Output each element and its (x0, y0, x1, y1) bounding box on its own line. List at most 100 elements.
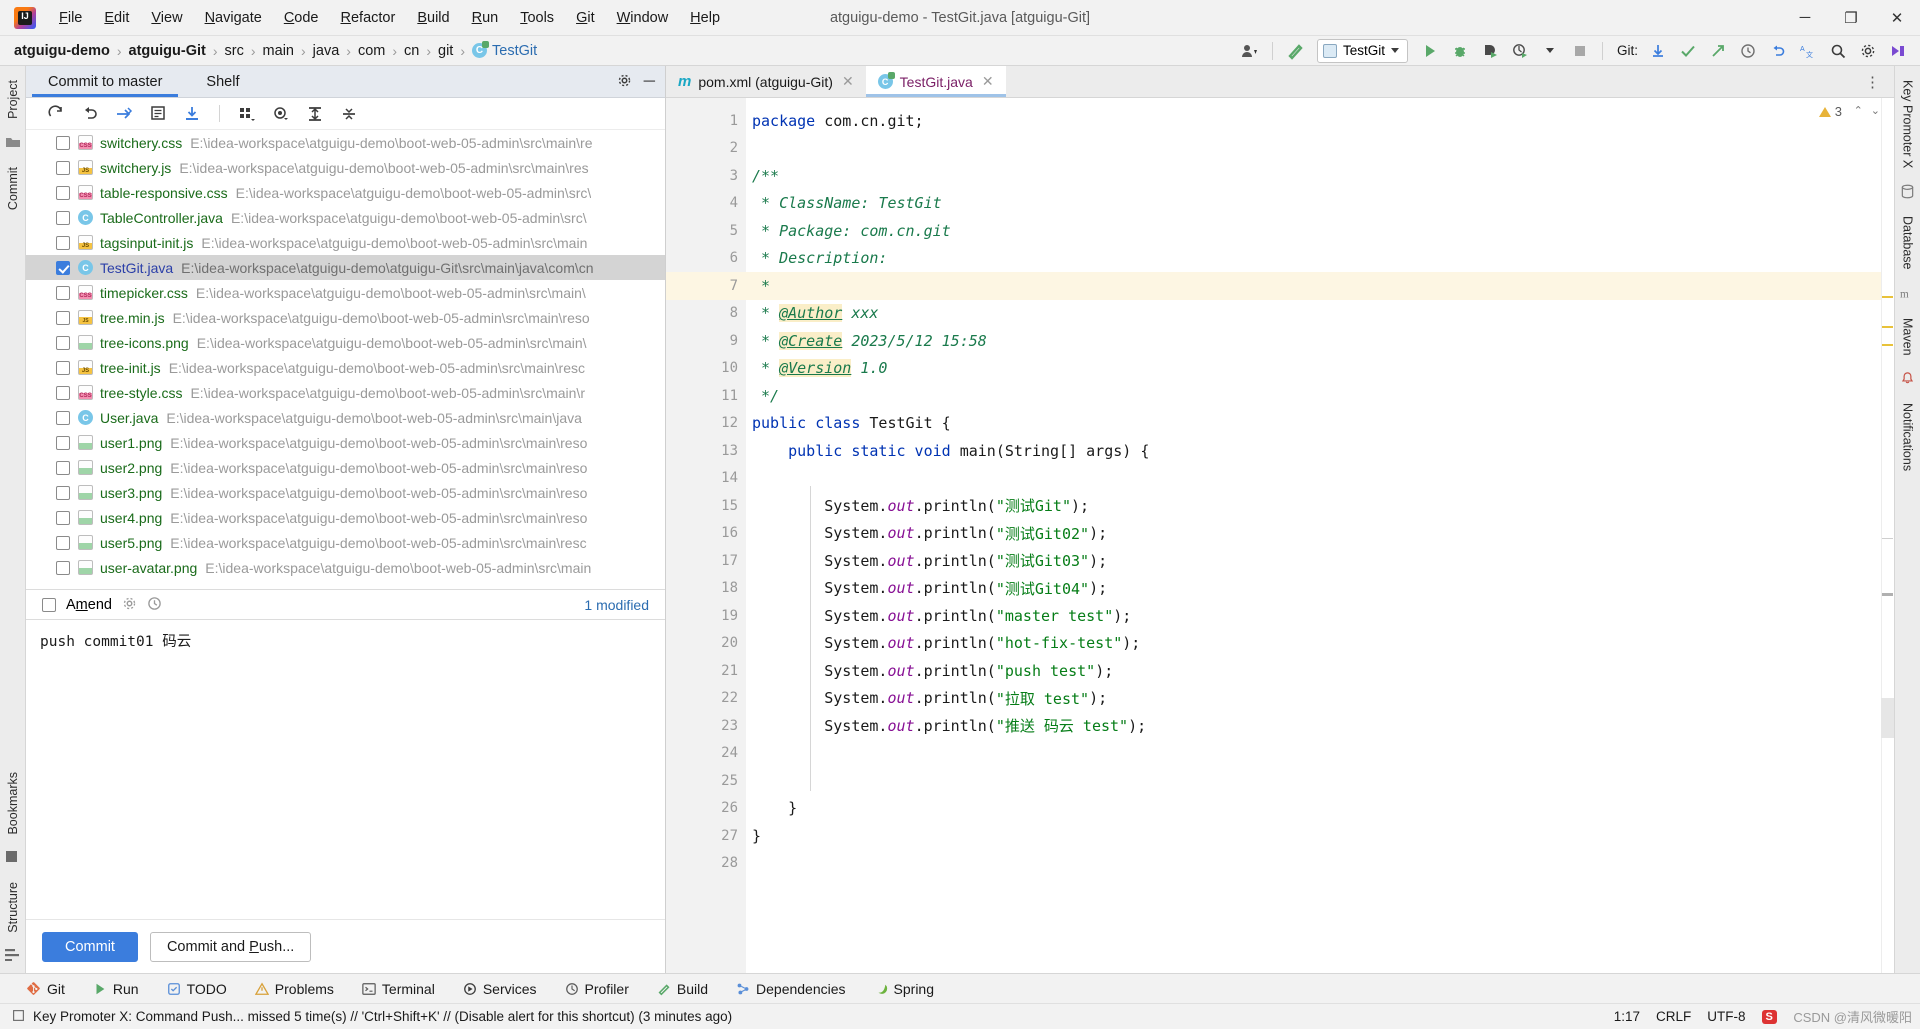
line-separator[interactable]: CRLF (1656, 1009, 1691, 1024)
code-line[interactable]: System. out .println("hot-fix-test"); (746, 630, 1894, 658)
gutter-line[interactable]: 18 (666, 575, 746, 603)
code-line[interactable]: package com.cn.git; (746, 107, 1894, 135)
bookmark-square-icon[interactable] (5, 850, 21, 866)
editor-tab-testgit-java[interactable]: C TestGit.java ✕ (865, 66, 1006, 97)
bottom-tab-terminal[interactable]: Terminal (348, 981, 449, 997)
file-encoding[interactable]: UTF-8 (1707, 1009, 1745, 1024)
commit-tab-shelf[interactable]: Shelf (184, 66, 261, 97)
gutter-line[interactable]: 6 (666, 245, 746, 273)
file-checkbox[interactable] (56, 160, 70, 175)
file-row[interactable]: user2.png E:\idea-workspace\atguigu-demo\… (26, 455, 665, 480)
marker-scroll-thumb[interactable] (1881, 698, 1894, 738)
editor-main[interactable]: 1 2 3 4 5 6 7 8 9 10 11 12 13 14 15 16 17 18 19 20 21 22 23 24 2… (666, 98, 1894, 973)
gutter-line[interactable]: 23 (666, 712, 746, 740)
inspection-warning-badge[interactable]: 3 (1818, 104, 1842, 119)
breadcrumb-item-atguigu-git[interactable]: atguigu-Git (129, 43, 206, 59)
code-line[interactable]: * @Version 1.0 (746, 355, 1894, 383)
close-button[interactable]: ✕ (1874, 0, 1920, 36)
file-checkbox[interactable] (56, 410, 70, 425)
commit-message-input[interactable]: push commit01 码云 (26, 619, 665, 919)
gutter-line[interactable]: 27 (666, 822, 746, 850)
bottom-tab-build[interactable]: Build (643, 981, 722, 997)
maven-icon[interactable]: m (1900, 286, 1916, 302)
menu-navigate[interactable]: Navigate (194, 6, 273, 30)
sidebar-item-maven[interactable]: Maven (1897, 310, 1919, 364)
menu-view[interactable]: View (140, 6, 193, 30)
code-line[interactable] (746, 135, 1894, 163)
editor-tab-options[interactable]: ⋮ (1853, 66, 1894, 97)
menu-window[interactable]: Window (606, 6, 680, 30)
code-content[interactable]: package com.cn.git; /** * ClassName: Tes… (746, 98, 1894, 973)
settings-gear-icon[interactable] (617, 73, 632, 91)
commit-history-icon[interactable] (147, 596, 162, 614)
minimize-panel-icon[interactable]: ─ (644, 73, 655, 89)
commit-button[interactable]: Commit (42, 931, 138, 962)
file-row[interactable]: C TableController.java E:\idea-workspace\a… (26, 205, 665, 230)
commit-options-gear-icon[interactable] (122, 596, 137, 614)
breadcrumb-item-atguigu-demo[interactable]: atguigu-demo (14, 43, 110, 59)
caret-position[interactable]: 1:17 (1614, 1009, 1640, 1024)
maximize-button[interactable]: ❐ (1828, 0, 1874, 36)
gutter-line[interactable]: 20 (666, 630, 746, 658)
git-commit-check-icon[interactable] (1674, 38, 1702, 64)
history-icon[interactable] (1734, 38, 1762, 64)
file-row[interactable]: C User.java E:\idea-workspace\atguigu-demo… (26, 405, 665, 430)
code-line[interactable]: * (746, 272, 1894, 300)
profiler-icon[interactable] (1506, 38, 1534, 64)
code-line[interactable]: System. out .println("测试Git"); (746, 492, 1894, 520)
ide-extra-icon[interactable] (1884, 38, 1912, 64)
gutter-line[interactable]: 1 (666, 107, 746, 135)
code-line[interactable]: System. out .println("push test"); (746, 657, 1894, 685)
minimize-button[interactable]: ─ (1782, 0, 1828, 36)
file-row[interactable]: CSS table-responsive.css E:\idea-workspace… (26, 180, 665, 205)
refresh-icon[interactable] (42, 101, 70, 127)
sidebar-item-commit[interactable]: Commit (2, 159, 24, 218)
code-line[interactable]: public static void main(String[] args) { (746, 437, 1894, 465)
git-push-icon[interactable] (1704, 38, 1732, 64)
code-line[interactable]: public class TestGit { (746, 410, 1894, 438)
code-line[interactable] (746, 850, 1894, 878)
gutter-line[interactable]: 3 (666, 162, 786, 190)
file-row[interactable]: user-avatar.png E:\idea-workspace\atguigu… (26, 555, 665, 580)
editor-tab-pom-xml[interactable]: m pom.xml (atguigu-Git) ✕ (666, 66, 866, 97)
build-hammer-icon[interactable] (1281, 38, 1309, 64)
search-icon[interactable] (1824, 38, 1852, 64)
file-checkbox[interactable] (56, 235, 70, 250)
gutter-line[interactable]: 7 (666, 272, 746, 300)
menu-edit[interactable]: Edit (93, 6, 140, 30)
editor-marker-rail[interactable] (1881, 98, 1894, 973)
sidebar-item-structure[interactable]: Structure (2, 874, 24, 941)
gutter-line[interactable]: 21 (666, 657, 746, 685)
code-line[interactable] (746, 740, 1894, 768)
group-by-icon[interactable] (233, 101, 261, 127)
file-row[interactable]: CSS switchery.css E:\idea-workspace\atguig… (26, 130, 665, 155)
code-line[interactable]: * ClassName: TestGit (746, 190, 1894, 218)
bottom-tab-services[interactable]: Services (449, 981, 551, 997)
code-line[interactable]: System. out .println("拉取 test"); (746, 685, 1894, 713)
code-line[interactable] (746, 465, 1894, 493)
notifications-bell-icon[interactable] (1900, 371, 1916, 387)
code-line[interactable]: * Description: (746, 245, 1894, 273)
bottom-tab-dependencies[interactable]: Dependencies (722, 981, 860, 997)
file-row[interactable]: CSS tree-style.css E:\idea-workspace\atgui… (26, 380, 665, 405)
file-checkbox[interactable] (56, 185, 70, 200)
code-line[interactable]: * @Create 2023/5/12 15:58 (746, 327, 1894, 355)
code-line[interactable]: System. out .println("测试Git04"); (746, 575, 1894, 603)
collapse-all-icon[interactable] (335, 101, 363, 127)
file-row[interactable]: C TestGit.java E:\idea-workspace\atguigu-d… (26, 255, 665, 280)
run-with-coverage-icon[interactable] (1476, 38, 1504, 64)
breadcrumb-item-main[interactable]: main (263, 43, 294, 59)
file-row[interactable]: JS tree.min.js E:\idea-workspace\atguigu-d… (26, 305, 665, 330)
gutter-line[interactable]: 15 (666, 492, 746, 520)
file-checkbox[interactable] (56, 285, 70, 300)
stop-icon[interactable] (1566, 38, 1594, 64)
file-row[interactable]: user3.png E:\idea-workspace\atguigu-demo\… (26, 480, 665, 505)
bottom-tab-spring[interactable]: Spring (860, 981, 948, 997)
menu-build[interactable]: Build (406, 6, 460, 30)
show-diff-icon[interactable] (144, 101, 172, 127)
gutter-line[interactable]: 25 (666, 767, 746, 795)
breadcrumb-item-cn[interactable]: cn (404, 43, 419, 59)
user-avatar-icon[interactable] (1236, 38, 1264, 64)
file-checkbox[interactable] (56, 360, 70, 375)
gutter-line[interactable]: 17 (666, 547, 746, 575)
